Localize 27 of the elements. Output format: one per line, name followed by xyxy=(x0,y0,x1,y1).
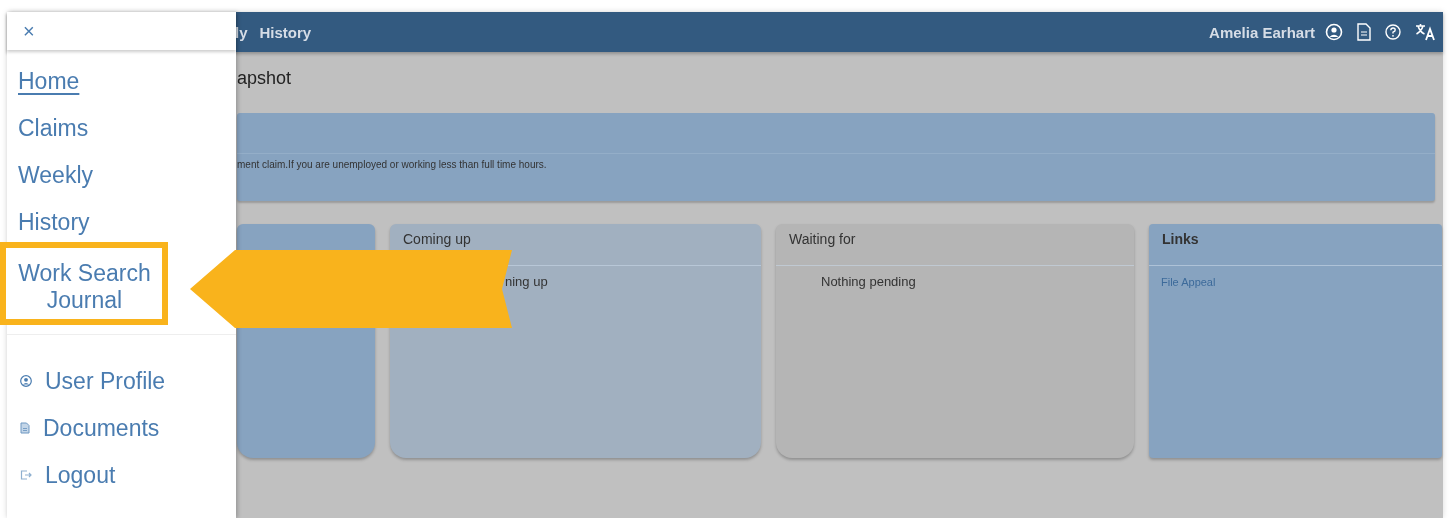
document-icon xyxy=(20,422,30,434)
nav-link[interactable]: History xyxy=(259,23,312,41)
user-name: Amelia Earhart xyxy=(1209,23,1315,41)
account-menu-item[interactable]: User Profile xyxy=(45,367,166,395)
help-icon[interactable] xyxy=(1385,24,1401,40)
menu-item[interactable]: History xyxy=(7,203,90,242)
card-title: Links xyxy=(1162,231,1199,247)
account-menu-item[interactable]: Logout xyxy=(45,461,116,489)
user-icon xyxy=(20,375,32,387)
document-icon[interactable] xyxy=(1357,23,1371,41)
account-icon[interactable] xyxy=(1325,23,1343,41)
nav-link[interactable]: ly xyxy=(235,23,248,41)
card-title: Coming up xyxy=(403,231,471,247)
page-title: apshot xyxy=(237,67,293,90)
file-appeal-link[interactable]: File Appeal xyxy=(1161,276,1216,288)
translate-icon[interactable] xyxy=(1415,23,1435,41)
card-text: ning up xyxy=(505,274,548,289)
menu-item[interactable]: Claims xyxy=(7,109,89,148)
menu-item[interactable]: Work Search Journal xyxy=(0,242,168,325)
logout-icon xyxy=(20,469,32,481)
menu-item[interactable]: Weekly xyxy=(7,156,93,195)
account-menu-item[interactable]: Documents xyxy=(43,414,160,442)
banner-text: ment claim.If you are unemployed or working less than full time hours. xyxy=(237,159,548,170)
card-text: Nothing pending xyxy=(821,274,916,289)
card-title: Waiting for xyxy=(789,231,856,247)
close-button[interactable]: × xyxy=(19,21,39,41)
menu-item[interactable]: Home xyxy=(7,62,80,101)
